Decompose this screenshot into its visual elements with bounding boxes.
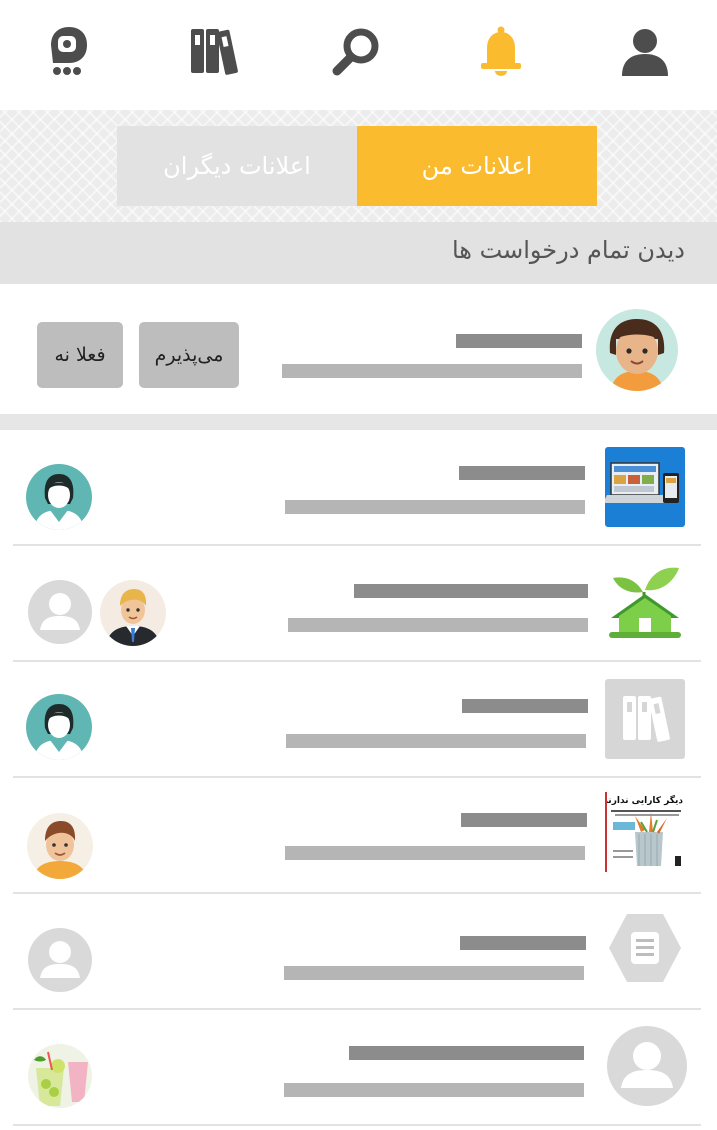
- document-hexagon-icon: [609, 914, 681, 982]
- tab-others-notifications[interactable]: اعلانات دیگران: [117, 126, 357, 206]
- notification-title-placeholder: [459, 466, 585, 480]
- nav-search[interactable]: [327, 22, 387, 82]
- default-user-avatar: [28, 580, 92, 644]
- book-cover-image: دیگر کارایی ندارند: [605, 792, 685, 872]
- notification-item[interactable]: [0, 894, 717, 1010]
- row-divider: [13, 1124, 701, 1126]
- green-house-image: [609, 567, 681, 638]
- notification-title-placeholder: [460, 936, 586, 950]
- notification-subtitle-placeholder: [284, 966, 584, 980]
- library-thumb: [605, 679, 685, 759]
- library-icon: [191, 29, 238, 75]
- nav-profile[interactable]: [615, 22, 675, 82]
- accept-button[interactable]: می‌پذیرم: [139, 322, 239, 388]
- notification-subtitle-placeholder: [285, 500, 585, 514]
- top-navigation-bar: [0, 0, 717, 110]
- section-separator: [0, 414, 717, 430]
- request-subtitle-placeholder: [282, 364, 582, 378]
- notifications-icon: [481, 26, 521, 76]
- request-title-placeholder: [456, 334, 582, 348]
- notification-item[interactable]: دیگر کارایی ندارند: [0, 778, 717, 894]
- male-user-avatar: [27, 813, 93, 879]
- notification-item[interactable]: [0, 546, 717, 662]
- nav-library[interactable]: [183, 22, 243, 82]
- notification-tabs: اعلانات من اعلانات دیگران: [0, 110, 717, 222]
- all-requests-label: دیدن تمام درخواست ها: [451, 236, 685, 264]
- search-icon: [332, 28, 379, 76]
- notification-item[interactable]: [0, 1010, 717, 1126]
- notification-title-placeholder: [349, 1046, 584, 1060]
- notification-subtitle-placeholder: [284, 1083, 584, 1097]
- tab-my-notifications[interactable]: اعلانات من: [357, 126, 597, 206]
- notification-title-placeholder: [354, 584, 588, 598]
- businessman-avatar: [100, 580, 166, 646]
- notification-subtitle-placeholder: [286, 734, 586, 748]
- nav-tape[interactable]: [39, 22, 99, 82]
- laptop-image: [605, 447, 685, 527]
- profile-icon: [622, 29, 668, 76]
- notification-subtitle-placeholder: [285, 846, 585, 860]
- default-user-avatar: [28, 928, 92, 992]
- tape-icon: [51, 27, 87, 75]
- notification-item[interactable]: [0, 430, 717, 546]
- friend-request-item: می‌پذیرم فعلا نه: [0, 284, 717, 414]
- female-user-avatar: [26, 694, 92, 760]
- female-user-avatar: [596, 309, 678, 391]
- notification-subtitle-placeholder: [288, 618, 588, 632]
- notification-title-placeholder: [462, 699, 588, 713]
- female-user-avatar: [26, 464, 92, 530]
- all-requests-link[interactable]: دیدن تمام درخواست ها: [0, 222, 717, 284]
- notification-item[interactable]: [0, 662, 717, 778]
- nav-notifications[interactable]: [471, 22, 531, 82]
- default-user-avatar: [607, 1026, 687, 1106]
- drinks-photo-avatar: [28, 1044, 92, 1108]
- library-icon: [623, 696, 670, 742]
- notification-title-placeholder: [461, 813, 587, 827]
- decline-button[interactable]: فعلا نه: [37, 322, 123, 388]
